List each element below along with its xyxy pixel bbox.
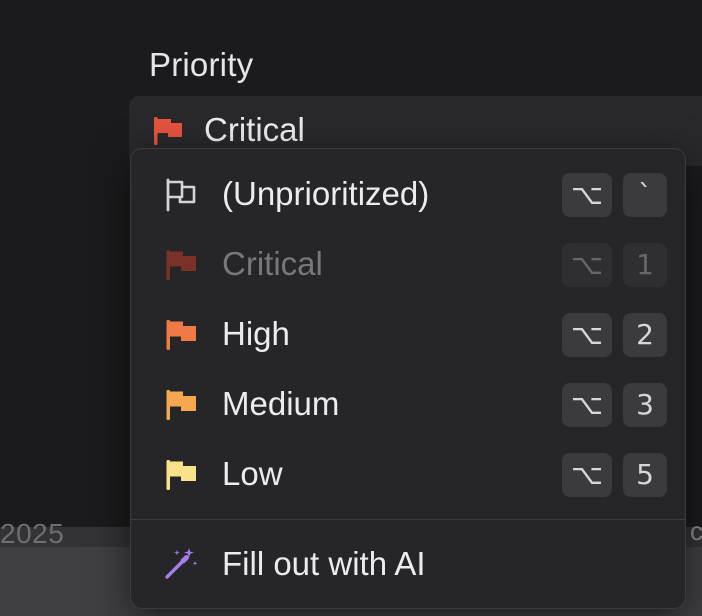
menu-item-critical[interactable]: Critical ⌥ 1 <box>131 233 685 297</box>
flag-icon <box>154 117 182 145</box>
flag-icon <box>166 390 196 420</box>
fill-out-with-ai-button[interactable]: Fill out with AI <box>131 533 685 597</box>
menu-item-label: Low <box>222 455 283 492</box>
magic-wand-icon <box>165 548 198 579</box>
option-key-badge: ⌥ <box>562 383 612 427</box>
flag-icon <box>166 250 196 280</box>
option-key-badge: ⌥ <box>562 243 612 287</box>
canvas: 2025 c Priority Critical (Unprioritized)… <box>0 0 702 616</box>
menu-item-label: Medium <box>222 385 340 422</box>
background-edge-text: c <box>690 516 702 546</box>
flag-icon <box>166 320 196 350</box>
flag-icon <box>166 460 196 490</box>
priority-dropdown-menu: (Unprioritized) ⌥ ` Critical ⌥ 1 High ⌥ … <box>130 148 686 609</box>
menu-item-high[interactable]: High ⌥ 2 <box>131 303 685 367</box>
menu-item-medium[interactable]: Medium ⌥ 3 <box>131 373 685 437</box>
menu-divider <box>131 519 685 520</box>
menu-item-label: Critical <box>222 245 323 282</box>
shortcut-key-badge: 1 <box>623 243 667 287</box>
option-key-badge: ⌥ <box>562 313 612 357</box>
priority-field-value: Critical <box>204 111 305 148</box>
option-key-badge: ⌥ <box>562 173 612 217</box>
menu-item-label: High <box>222 315 290 352</box>
flag-outline-icon <box>166 178 196 212</box>
menu-item-unprioritized[interactable]: (Unprioritized) ⌥ ` <box>131 163 685 227</box>
background-year-text: 2025 <box>0 518 65 549</box>
shortcut-key-badge: 5 <box>623 453 667 497</box>
shortcut-key-badge: 3 <box>623 383 667 427</box>
menu-item-low[interactable]: Low ⌥ 5 <box>131 443 685 507</box>
priority-field-label: Priority <box>149 46 254 83</box>
ai-action-label: Fill out with AI <box>222 545 426 582</box>
shortcut-key-badge: 2 <box>623 313 667 357</box>
option-key-badge: ⌥ <box>562 453 612 497</box>
shortcut-key-badge: ` <box>623 173 667 217</box>
menu-item-label: (Unprioritized) <box>222 175 430 212</box>
